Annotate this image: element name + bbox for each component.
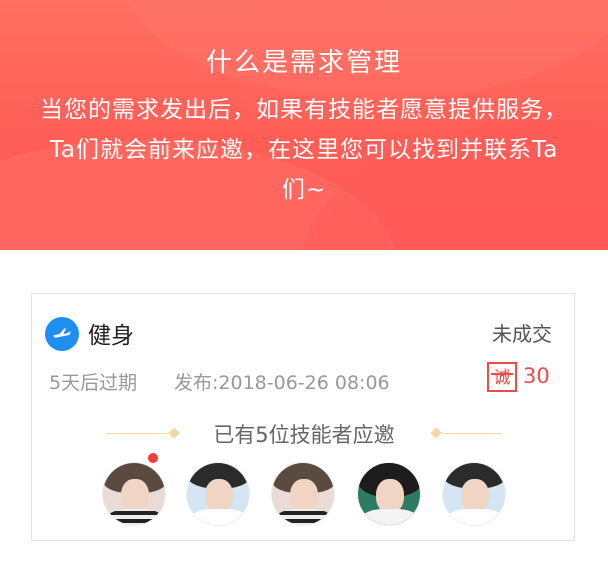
invite-count-text: 已有5位技能者应邀: [213, 423, 395, 447]
published-time: 发布:2018-06-26 08:06: [174, 368, 390, 395]
demand-card[interactable]: 健身 未成交 5天后过期 发布:2018-06-26 08:06 诚 30 已有…: [31, 293, 575, 541]
invitee-avatar[interactable]: [102, 462, 166, 526]
invitee-avatar[interactable]: [357, 462, 421, 526]
published-label: 发布:: [174, 372, 219, 394]
invitee-avatar[interactable]: [271, 462, 335, 526]
credit-envelope-icon: 诚: [487, 362, 517, 392]
status-label: 未成交: [492, 322, 552, 346]
banner-description: 当您的需求发出后，如果有技能者愿意提供服务，Ta们就会前来应邀，在这里您可以找到…: [40, 97, 568, 203]
banner-title: 什么是需求管理: [205, 48, 402, 78]
divider-line-right: [442, 433, 502, 434]
expire-text: 5天后过期: [49, 372, 138, 394]
invitee-avatar[interactable]: [442, 462, 506, 526]
category-name: 健身: [88, 323, 134, 349]
published-value: 2018-06-26 08:06: [218, 372, 390, 394]
invitee-avatar-list: [102, 453, 522, 528]
invitee-avatar[interactable]: [186, 462, 250, 526]
header-banner: 什么是需求管理 当您的需求发出后，如果有技能者愿意提供服务，Ta们就会前来应邀，…: [0, 0, 608, 250]
unread-dot: [148, 453, 158, 463]
credit-value: 30: [523, 364, 550, 388]
airplane-icon: [45, 317, 79, 351]
